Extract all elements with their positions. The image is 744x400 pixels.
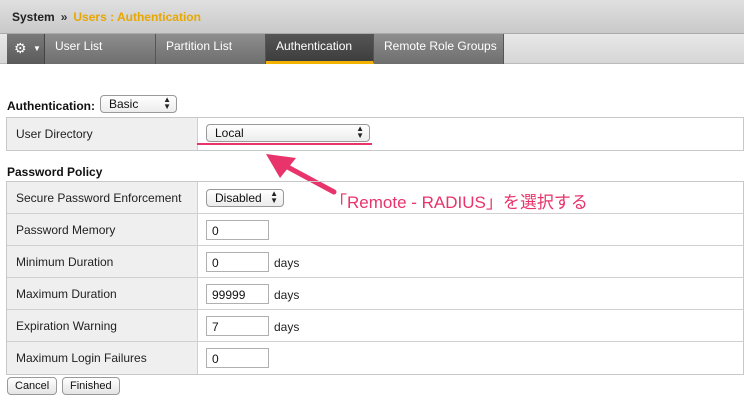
password-memory-input[interactable]: 0	[206, 220, 269, 240]
breadcrumb-system[interactable]: System	[12, 10, 55, 24]
tab-partition-list[interactable]: Partition List	[156, 34, 266, 64]
user-directory-row: User Directory Local ▲ ▼	[7, 118, 743, 150]
tab-label: Authentication	[276, 39, 353, 53]
row-label: Minimum Duration	[7, 246, 198, 277]
table-row: Secure Password Enforcement Disabled ▲ ▼	[7, 182, 743, 214]
password-policy-title: Password Policy	[7, 165, 103, 179]
annotation-underline	[197, 143, 372, 145]
tab-remote-role-groups[interactable]: Remote Role Groups	[374, 34, 504, 64]
table-row: Maximum Duration 99999 days	[7, 278, 743, 310]
row-value-cell: Disabled ▲ ▼	[198, 182, 743, 213]
tab-bar: ⚙ ▼ User List Partition List Authenticat…	[0, 34, 744, 64]
finished-button[interactable]: Finished	[62, 377, 120, 395]
user-directory-label: User Directory	[7, 118, 198, 150]
row-label: Secure Password Enforcement	[7, 182, 198, 213]
table-row: Password Memory 0	[7, 214, 743, 246]
tab-user-list[interactable]: User List	[45, 34, 156, 64]
user-directory-table: User Directory Local ▲ ▼	[6, 117, 744, 151]
row-label: Maximum Duration	[7, 278, 198, 309]
chevron-down-icon: ▼	[33, 44, 41, 53]
breadcrumb-current: Users : Authentication	[73, 10, 201, 24]
unit-label: days	[274, 320, 300, 334]
select-value: Disabled	[215, 191, 262, 205]
password-policy-table: Secure Password Enforcement Disabled ▲ ▼ …	[6, 181, 744, 375]
authentication-type-select[interactable]: Basic ▲ ▼	[100, 95, 177, 113]
row-label: Password Memory	[7, 214, 198, 245]
select-arrows-icon: ▲ ▼	[163, 95, 171, 111]
maximum-duration-input[interactable]: 99999	[206, 284, 269, 304]
row-value-cell: 7 days	[198, 310, 743, 341]
row-value-cell: 0	[198, 214, 743, 245]
tab-authentication[interactable]: Authentication	[266, 34, 374, 64]
table-row: Minimum Duration 0 days	[7, 246, 743, 278]
cancel-button[interactable]: Cancel	[7, 377, 58, 395]
table-row: Maximum Login Failures 0	[7, 342, 743, 374]
select-value: Basic	[109, 97, 139, 111]
user-directory-value-cell: Local ▲ ▼	[198, 118, 743, 150]
tab-label: Partition List	[166, 39, 233, 53]
user-directory-select[interactable]: Local ▲ ▼	[206, 124, 370, 142]
top-breadcrumb-bar: System » Users : Authentication	[0, 0, 744, 34]
breadcrumb-separator: »	[60, 10, 68, 24]
select-value: Local	[215, 126, 244, 140]
gear-icon: ⚙	[14, 40, 27, 56]
select-arrows-icon: ▲ ▼	[270, 189, 278, 205]
unit-label: days	[274, 288, 300, 302]
table-row: Expiration Warning 7 days	[7, 310, 743, 342]
row-label: Expiration Warning	[7, 310, 198, 341]
row-value-cell: 0 days	[198, 246, 743, 277]
unit-label: days	[274, 256, 300, 270]
tab-label: User List	[55, 39, 103, 53]
row-label: Maximum Login Failures	[7, 342, 198, 374]
tab-label: Remote Role Groups	[384, 39, 497, 53]
row-value-cell: 99999 days	[198, 278, 743, 309]
secure-password-enforcement-select[interactable]: Disabled ▲ ▼	[206, 189, 284, 207]
gear-menu-button[interactable]: ⚙ ▼	[7, 34, 45, 64]
authentication-label: Authentication:	[7, 99, 95, 113]
minimum-duration-input[interactable]: 0	[206, 252, 269, 272]
breadcrumb: System » Users : Authentication	[12, 10, 201, 24]
select-arrows-icon: ▲ ▼	[356, 124, 364, 140]
expiration-warning-input[interactable]: 7	[206, 316, 269, 336]
row-value-cell: 0	[198, 342, 743, 374]
maximum-login-failures-input[interactable]: 0	[206, 348, 269, 368]
